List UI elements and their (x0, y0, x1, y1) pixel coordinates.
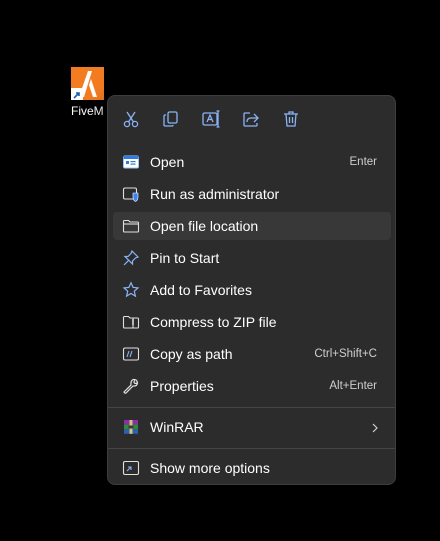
menu-item-winrar[interactable]: WinRAR (113, 413, 391, 441)
menu-separator (108, 448, 395, 449)
menu-item-label: Properties (150, 378, 214, 394)
menu-item-shortcut: Alt+Enter (329, 380, 377, 392)
menu-item-show-more-options[interactable]: Show more options (113, 454, 391, 482)
menu-item-label: WinRAR (150, 419, 204, 435)
menu-item-label: Show more options (150, 460, 270, 476)
menu-item-open-file-location[interactable]: Open file location (113, 212, 391, 240)
menu-item-add-to-favorites[interactable]: Add to Favorites (113, 276, 391, 304)
desktop: FiveM Open Enter Run as administrator Op… (0, 0, 440, 541)
desktop-icon-label: FiveM (71, 104, 104, 118)
rename-icon (200, 108, 222, 130)
path-icon (122, 345, 140, 363)
share-button[interactable] (240, 108, 262, 130)
copy-button[interactable] (160, 108, 182, 130)
menu-separator (108, 407, 395, 408)
star-icon (122, 281, 140, 299)
menu-item-pin-to-start[interactable]: Pin to Start (113, 244, 391, 272)
menu-item-run-as-administrator[interactable]: Run as administrator (113, 180, 391, 208)
shortcut-arrow-icon (71, 88, 83, 100)
menu-item-compress-to-zip[interactable]: Compress to ZIP file (113, 308, 391, 336)
menu-item-label: Run as administrator (150, 186, 280, 202)
menu-item-label: Pin to Start (150, 250, 220, 266)
menu-item-label: Add to Favorites (150, 282, 252, 298)
menu-item-shortcut: Enter (349, 156, 378, 168)
menu-item-label: Open (150, 154, 185, 170)
trash-icon (280, 108, 302, 130)
menu-item-properties[interactable]: Properties Alt+Enter (113, 372, 391, 400)
rename-button[interactable] (200, 108, 222, 130)
wrench-icon (122, 377, 140, 395)
delete-button[interactable] (280, 108, 302, 130)
winrar-icon (122, 418, 140, 436)
folder-icon (122, 217, 140, 235)
zip-folder-icon (122, 313, 140, 331)
scissors-icon (120, 108, 142, 130)
context-menu-toolbar (108, 96, 395, 142)
context-menu: Open Enter Run as administrator Open fil… (107, 95, 396, 485)
cut-button[interactable] (120, 108, 142, 130)
menu-item-label: Open file location (150, 218, 259, 234)
menu-item-label: Copy as path (150, 346, 233, 362)
shield-window-icon (122, 185, 140, 203)
app-window-icon (122, 153, 140, 171)
share-icon (240, 108, 262, 130)
pin-icon (122, 249, 140, 267)
menu-item-copy-as-path[interactable]: Copy as path Ctrl+Shift+C (113, 340, 391, 368)
menu-item-label: Compress to ZIP file (150, 314, 277, 330)
copy-icon (160, 108, 182, 130)
more-options-icon (122, 459, 140, 477)
chevron-right-icon (369, 421, 381, 433)
menu-item-shortcut: Ctrl+Shift+C (314, 348, 377, 360)
menu-item-open[interactable]: Open Enter (113, 148, 391, 176)
